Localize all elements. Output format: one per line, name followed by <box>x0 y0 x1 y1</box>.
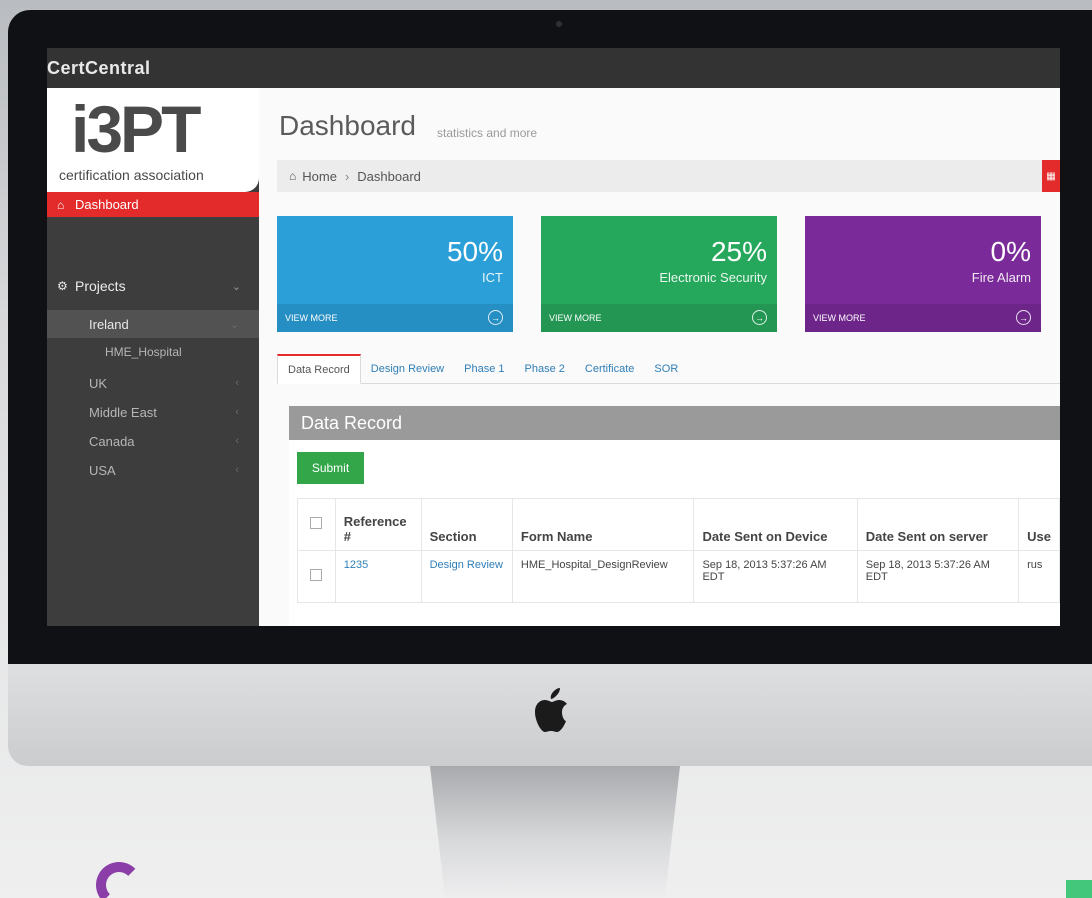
stat-card-electronic-security: 25% Electronic Security VIEW MORE → <box>541 216 777 332</box>
cell-reference[interactable]: 1235 <box>334 550 422 603</box>
panel-title: Data Record <box>289 406 1060 440</box>
arrow-circle-right-icon: → <box>1016 310 1031 325</box>
view-more-label: VIEW MORE <box>285 313 338 323</box>
sidebar-item-label: USA <box>89 462 116 478</box>
sidebar-item-uk[interactable]: UK ‹ <box>47 369 259 397</box>
view-more-label: VIEW MORE <box>813 313 866 323</box>
breadcrumb-home-link[interactable]: Home <box>302 169 337 184</box>
stat-value: 0% <box>990 236 1031 267</box>
arrow-circle-right-icon: → <box>488 310 503 325</box>
app-title: CertCentral <box>47 58 151 78</box>
breadcrumb-separator-icon: › <box>344 168 350 184</box>
stat-view-more-link[interactable]: VIEW MORE → <box>277 304 513 332</box>
tab-sor[interactable]: SOR <box>644 354 688 384</box>
page-subtitle: statistics and more <box>437 126 538 140</box>
sidebar-item-label: Dashboard <box>75 197 139 212</box>
monitor-stand <box>430 766 680 898</box>
table-header-row: Reference # Section Form Name Date Sent … <box>297 498 1060 551</box>
data-record-panel: Data Record Submit Reference # Section F… <box>289 406 1060 626</box>
cell-section[interactable]: Design Review <box>420 550 513 603</box>
tab-certificate[interactable]: Certificate <box>575 354 645 384</box>
stat-card-fire-alarm: 0% Fire Alarm VIEW MORE → <box>805 216 1041 332</box>
logo-mark: i3PT <box>71 92 201 166</box>
cell-form-name: HME_Hospital_DesignReview <box>511 550 695 603</box>
stat-view-more-link[interactable]: VIEW MORE → <box>805 304 1041 332</box>
logo-tagline: certification association <box>59 167 204 183</box>
breadcrumb-current: Dashboard <box>357 168 421 184</box>
tab-phase-1[interactable]: Phase 1 <box>454 354 514 384</box>
select-all-header <box>297 498 336 551</box>
sidebar-item-label: HME_Hospital <box>105 345 182 359</box>
page-title: Dashboard <box>279 110 416 141</box>
arrow-circle-right-icon: → <box>752 310 767 325</box>
tab-bar: Data Record Design Review Phase 1 Phase … <box>277 354 1060 384</box>
view-more-label: VIEW MORE <box>549 313 602 323</box>
calendar-icon[interactable]: ▦ <box>1042 160 1060 192</box>
row-checkbox[interactable] <box>310 569 323 581</box>
decorative-green-shape <box>1066 880 1092 898</box>
sidebar-item-label: Middle East <box>89 404 157 420</box>
column-header-form-name[interactable]: Form Name <box>511 498 695 551</box>
camera-dot <box>556 21 562 27</box>
main-content: Dashboard statistics and more ⌂ Home › D… <box>259 88 1060 626</box>
sidebar-item-hme-hospital[interactable]: HME_Hospital <box>47 338 259 366</box>
sidebar-item-label: UK <box>89 375 108 391</box>
select-all-checkbox[interactable] <box>310 517 323 529</box>
sidebar-item-label: Ireland <box>89 316 129 332</box>
submit-button[interactable]: Submit <box>297 452 364 484</box>
sidebar-item-dashboard[interactable]: ⌂ Dashboard <box>47 192 267 217</box>
logo[interactable]: i3PT certification association <box>47 88 259 192</box>
row-select-cell <box>297 550 336 603</box>
sidebar-item-usa[interactable]: USA ‹ <box>47 456 259 484</box>
home-icon: ⌂ <box>289 169 297 183</box>
sidebar-item-label: Projects <box>75 278 126 294</box>
stat-value: 50% <box>446 236 503 267</box>
cell-date-device: Sep 18, 2013 5:37:26 AM EDT <box>693 550 858 603</box>
screen: CertCentral i3PT certification associati… <box>47 48 1060 626</box>
data-record-table: Reference # Section Form Name Date Sent … <box>297 498 1060 603</box>
column-header-section[interactable]: Section <box>420 498 513 551</box>
column-header-user[interactable]: Use <box>1018 498 1060 551</box>
table-row: 1235 Design Review HME_Hospital_DesignRe… <box>297 550 1060 603</box>
decorative-purple-shape <box>96 862 142 898</box>
stat-label: Fire Alarm <box>971 270 1031 285</box>
sidebar-item-projects[interactable]: ⚙ Projects ⌄ <box>47 268 259 304</box>
chevron-left-icon: ‹ <box>235 377 239 389</box>
column-header-date-device[interactable]: Date Sent on Device <box>693 498 858 551</box>
sidebar-item-canada[interactable]: Canada ‹ <box>47 427 259 455</box>
stat-value: 25% <box>710 236 767 267</box>
apple-logo-icon <box>535 688 567 732</box>
stat-label: Electronic Security <box>659 270 767 285</box>
gears-icon: ⚙ <box>57 279 68 293</box>
sidebar-item-middle-east[interactable]: Middle East ‹ <box>47 398 259 426</box>
cell-user: rus <box>1018 550 1060 603</box>
stat-card-ict: 50% ICT VIEW MORE → <box>277 216 513 332</box>
sidebar-item-label: Canada <box>89 433 135 449</box>
stat-label: ICT <box>482 270 503 285</box>
chevron-left-icon: ‹ <box>235 435 239 447</box>
breadcrumb: ⌂ Home › Dashboard ▦ <box>277 160 1060 192</box>
chevron-left-icon: ‹ <box>235 464 239 476</box>
sidebar: i3PT certification association ⌂ Dashboa… <box>47 88 267 626</box>
top-bar: CertCentral <box>47 48 1060 88</box>
column-header-reference[interactable]: Reference # <box>334 498 422 551</box>
column-header-date-server[interactable]: Date Sent on server <box>856 498 1020 551</box>
chevron-down-icon: ⌄ <box>229 318 239 331</box>
stat-view-more-link[interactable]: VIEW MORE → <box>541 304 777 332</box>
sidebar-item-ireland[interactable]: Ireland ⌄ <box>47 310 259 338</box>
chevron-down-icon: ⌄ <box>231 280 241 293</box>
cell-date-server: Sep 18, 2013 5:37:26 AM EDT <box>856 550 1020 603</box>
home-icon: ⌂ <box>57 197 65 212</box>
tab-phase-2[interactable]: Phase 2 <box>515 354 575 384</box>
tab-data-record[interactable]: Data Record <box>277 354 361 384</box>
tab-design-review[interactable]: Design Review <box>361 354 454 384</box>
chevron-left-icon: ‹ <box>235 406 239 418</box>
